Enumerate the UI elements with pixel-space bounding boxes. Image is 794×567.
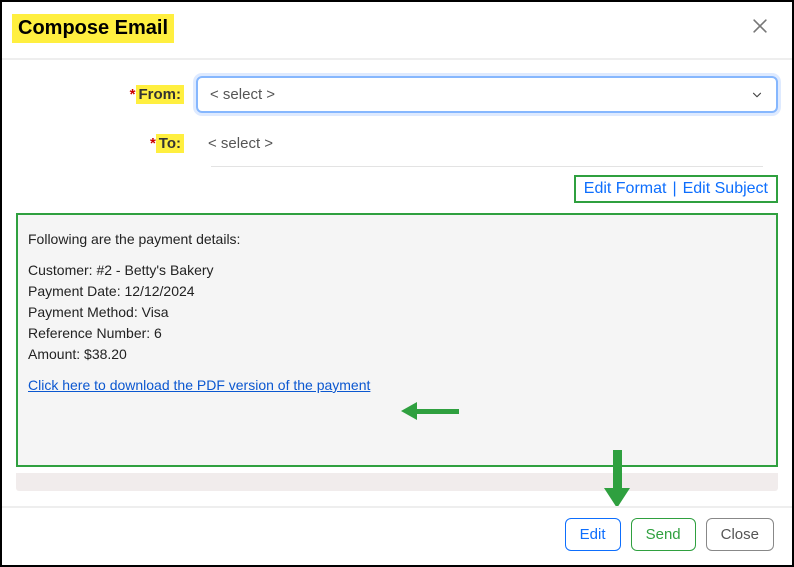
edit-subject-link[interactable]: Edit Subject [683, 180, 768, 198]
required-star: * [150, 135, 156, 152]
edit-format-link[interactable]: Edit Format [584, 180, 667, 198]
to-select[interactable]: < select > [196, 127, 778, 160]
dialog-header: Compose Email [2, 2, 792, 60]
chevron-down-icon [750, 88, 764, 102]
body-method: Payment Method: Visa [28, 304, 766, 320]
link-separator: | [672, 180, 676, 198]
required-star: * [130, 86, 136, 103]
dialog-footer: Edit Send Close [2, 506, 792, 565]
close-button[interactable]: Close [706, 518, 774, 551]
to-select-value: < select > [208, 135, 273, 152]
from-select-value: < select > [210, 86, 275, 103]
annotation-arrow-down-icon [604, 450, 630, 508]
to-row: *To: < select > [16, 127, 778, 160]
edit-button[interactable]: Edit [565, 518, 621, 551]
from-select[interactable]: < select > [196, 76, 778, 113]
close-icon[interactable] [746, 12, 774, 44]
body-footer-strip [16, 473, 778, 491]
from-label: From: [136, 85, 185, 104]
body-amount: Amount: $38.20 [28, 346, 766, 362]
body-date: Payment Date: 12/12/2024 [28, 283, 766, 299]
format-link-box: Edit Format | Edit Subject [574, 175, 778, 203]
form-area: *From: < select > *To: < select > [2, 60, 792, 167]
annotation-arrow-right-icon [401, 402, 459, 420]
format-link-row: Edit Format | Edit Subject [2, 167, 792, 207]
from-row: *From: < select > [16, 76, 778, 113]
send-button[interactable]: Send [631, 518, 696, 551]
pdf-download-link[interactable]: Click here to download the PDF version o… [28, 377, 370, 393]
email-body-preview: Following are the payment details: Custo… [16, 213, 778, 467]
compose-email-dialog: Compose Email *From: < select > [0, 0, 794, 567]
body-intro: Following are the payment details: [28, 231, 766, 247]
dialog-title: Compose Email [12, 14, 174, 43]
to-label: To: [156, 134, 184, 153]
body-ref: Reference Number: 6 [28, 325, 766, 341]
body-customer: Customer: #2 - Betty's Bakery [28, 262, 766, 278]
